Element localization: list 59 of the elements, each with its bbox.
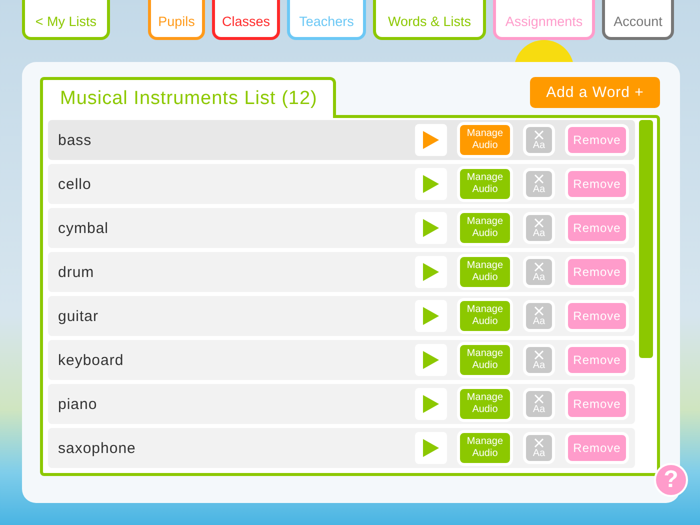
play-icon — [423, 439, 439, 457]
manage-audio-button[interactable]: Manage Audio — [457, 122, 513, 158]
play-button[interactable] — [415, 432, 447, 464]
play-button[interactable] — [415, 388, 447, 420]
nav-tab[interactable]: Pupils — [148, 0, 205, 40]
remove-button[interactable]: Remove — [565, 344, 629, 376]
word-text: drum — [58, 264, 96, 280]
remove-button[interactable]: Remove — [565, 124, 629, 156]
remove-button[interactable]: Remove — [565, 168, 629, 200]
nav-tab[interactable]: Account — [602, 0, 674, 40]
scrollbar[interactable] — [639, 120, 653, 358]
nav-tab[interactable]: < My Lists — [22, 0, 110, 40]
list-title: Musical Instruments List (12) — [40, 77, 336, 118]
play-icon — [423, 131, 439, 149]
play-icon — [423, 175, 439, 193]
close-icon — [534, 394, 544, 404]
remove-button[interactable]: Remove — [565, 432, 629, 464]
manage-audio-button[interactable]: Manage Audio — [457, 166, 513, 202]
play-icon — [423, 395, 439, 413]
word-text: guitar — [58, 308, 100, 324]
play-icon — [423, 307, 439, 325]
close-icon — [534, 438, 544, 448]
close-icon — [534, 218, 544, 228]
word-text: keyboard — [58, 352, 125, 368]
manage-audio-button[interactable]: Manage Audio — [457, 298, 513, 334]
manage-audio-button[interactable]: Manage Audio — [457, 342, 513, 378]
manage-audio-button[interactable]: Manage Audio — [457, 386, 513, 422]
play-icon — [423, 219, 439, 237]
play-button[interactable] — [415, 300, 447, 332]
manage-audio-button[interactable]: Manage Audio — [457, 254, 513, 290]
remove-button[interactable]: Remove — [565, 300, 629, 332]
close-icon — [534, 350, 544, 360]
remove-button[interactable]: Remove — [565, 212, 629, 244]
remove-button[interactable]: Remove — [565, 256, 629, 288]
play-button[interactable] — [415, 256, 447, 288]
nav-tab[interactable]: Teachers — [287, 0, 366, 40]
word-text: cello — [58, 176, 92, 192]
nav-tab[interactable]: Assignments — [493, 0, 595, 40]
word-text: bass — [58, 132, 93, 148]
manage-audio-button[interactable]: Manage Audio — [457, 210, 513, 246]
close-icon — [534, 174, 544, 184]
play-icon — [423, 263, 439, 281]
help-button[interactable]: ? — [654, 463, 688, 497]
play-icon — [423, 351, 439, 369]
remove-button[interactable]: Remove — [565, 388, 629, 420]
play-button[interactable] — [415, 168, 447, 200]
play-button[interactable] — [415, 344, 447, 376]
word-text: saxophone — [58, 440, 137, 456]
close-icon — [534, 262, 544, 272]
nav-tab[interactable]: Words & Lists — [373, 0, 486, 40]
nav-tab[interactable]: Classes — [212, 0, 280, 40]
word-text: cymbal — [58, 220, 110, 236]
close-icon — [534, 130, 544, 140]
add-word-button[interactable]: Add a Word + — [530, 77, 660, 108]
play-button[interactable] — [415, 124, 447, 156]
manage-audio-button[interactable]: Manage Audio — [457, 430, 513, 466]
word-text: piano — [58, 396, 98, 412]
play-button[interactable] — [415, 212, 447, 244]
close-icon — [534, 306, 544, 316]
